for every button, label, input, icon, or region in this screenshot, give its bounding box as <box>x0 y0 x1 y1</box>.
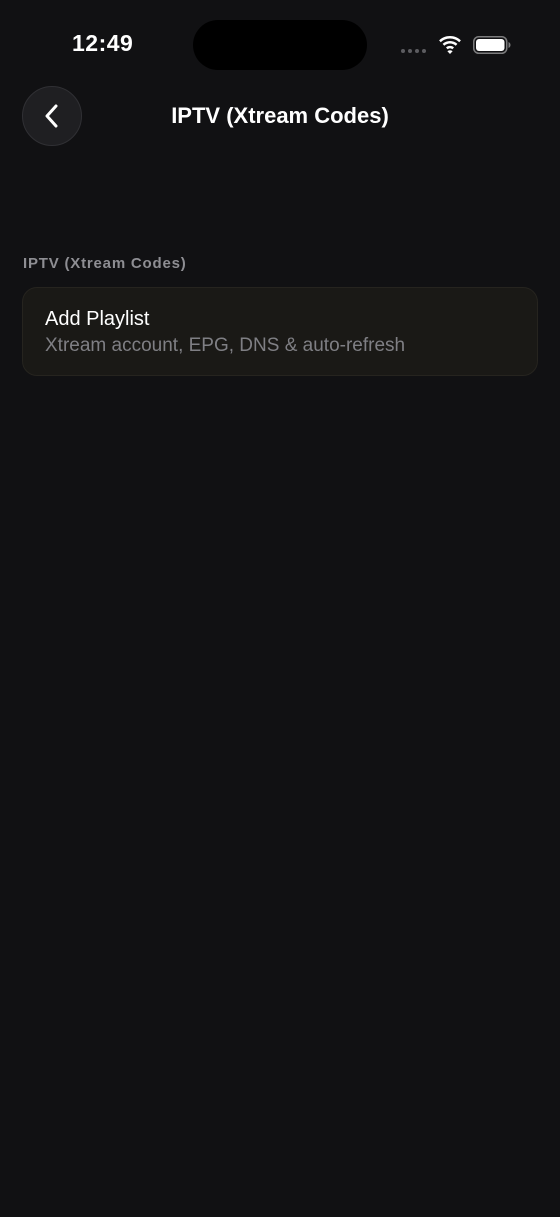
battery-icon <box>473 36 511 54</box>
chevron-left-icon <box>45 104 58 128</box>
add-playlist-title: Add Playlist <box>45 308 150 330</box>
wifi-icon <box>439 36 461 54</box>
signal-dots-icon <box>401 49 426 53</box>
back-button[interactable] <box>22 86 82 146</box>
status-bar: 12:49 <box>0 0 560 90</box>
add-playlist-subtitle: Xtream account, EPG, DNS & auto-refresh <box>45 335 406 356</box>
status-time: 12:49 <box>72 30 134 56</box>
add-playlist-row[interactable]: Add Playlist Xtream account, EPG, DNS & … <box>22 287 538 376</box>
section-header: IPTV (Xtream Codes) <box>23 255 187 272</box>
page-title: IPTV (Xtream Codes) <box>171 103 389 128</box>
navigation-bar: IPTV (Xtream Codes) <box>0 86 560 148</box>
dynamic-island <box>193 20 367 70</box>
